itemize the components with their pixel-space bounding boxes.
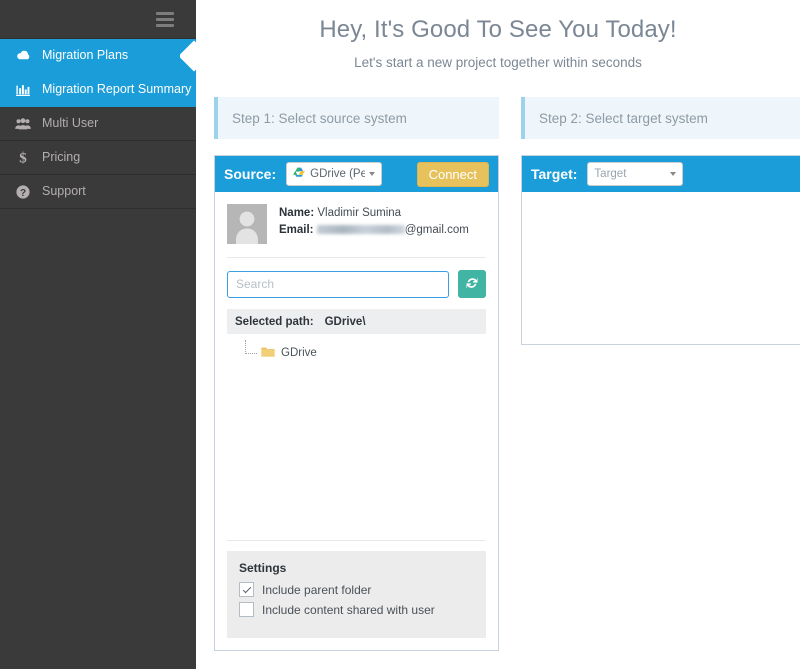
settings-divider: [227, 540, 486, 541]
account-name-row: Name: Vladimir Sumina: [279, 205, 469, 222]
account-email-redacted: [316, 225, 405, 235]
tree-item-label: GDrive: [281, 347, 317, 359]
source-panel: Source: GDrive (Pe Connect Name: Vladimi…: [214, 155, 499, 651]
hamburger-bar: [156, 23, 174, 27]
sidebar-header: [0, 0, 196, 38]
svg-text:$: $: [19, 151, 27, 166]
dollar-icon: $: [12, 150, 34, 166]
sidebar-item-label: Pricing: [42, 150, 81, 165]
sidebar-item-multi-user[interactable]: Multi User: [0, 107, 196, 141]
account-email-label: Email:: [279, 224, 314, 237]
page-header: Hey, It's Good To See You Today! Let's s…: [196, 0, 800, 70]
account-email-value: @gmail.com: [404, 224, 469, 237]
app-root: Migration Plans Migration Report Summary: [0, 0, 800, 669]
source-system-value: GDrive (Pe: [310, 168, 366, 180]
hamburger-bar: [156, 11, 174, 15]
account-name-label: Name:: [279, 207, 315, 219]
tree-item-gdrive[interactable]: GDrive: [243, 340, 486, 362]
sidebar-item-label: Support: [42, 184, 86, 199]
source-system-select[interactable]: GDrive (Pe: [286, 162, 383, 186]
target-column: Step 2: Select target system Target: Tar…: [521, 97, 800, 651]
chevron-down-icon: [369, 172, 376, 176]
connect-button[interactable]: Connect: [416, 161, 489, 187]
step-1-header: Step 1: Select source system: [214, 97, 499, 139]
steps-columns: Step 1: Select source system Source: GDr…: [196, 97, 800, 651]
target-label: Target:: [531, 166, 578, 182]
gdrive-icon: [293, 167, 305, 181]
hamburger-icon[interactable]: [156, 11, 174, 27]
bar-chart-icon: [12, 83, 34, 96]
hamburger-bar: [156, 17, 174, 21]
settings-section: Settings Include parent folder Include c…: [227, 551, 486, 638]
selected-path-bar: Selected path: GDrive\: [227, 309, 486, 334]
account-email-row: Email: @gmail.com: [279, 222, 469, 239]
target-panel-body: [522, 192, 800, 344]
refresh-icon: [465, 276, 479, 293]
account-name-value: Vladimir Sumina: [317, 207, 402, 219]
source-column: Step 1: Select source system Source: GDr…: [214, 97, 499, 651]
target-panel: Target: Target: [521, 155, 800, 345]
checkbox-unchecked-icon[interactable]: [239, 602, 254, 617]
sidebar-item-label: Migration Plans: [42, 48, 129, 63]
main-content: Hey, It's Good To See You Today! Let's s…: [196, 0, 800, 669]
setting-label: Include parent folder: [262, 582, 372, 597]
svg-text:?: ?: [20, 188, 26, 199]
sidebar-item-support[interactable]: ? Support: [0, 175, 196, 209]
users-icon: [12, 117, 34, 130]
source-label: Source:: [224, 166, 277, 182]
tree-empty-space: [243, 362, 486, 522]
account-fields: Name: Vladimir Sumina Email: @gmail.com: [279, 204, 469, 240]
sidebar: Migration Plans Migration Report Summary: [0, 0, 196, 669]
step-2-header: Step 2: Select target system: [521, 97, 800, 139]
active-indicator-chevron-icon: [180, 39, 196, 73]
sidebar-nav: Migration Plans Migration Report Summary: [0, 38, 196, 209]
sidebar-item-label: Multi User: [42, 116, 99, 131]
setting-label: Include content shared with user: [262, 602, 435, 617]
search-input[interactable]: [227, 270, 449, 298]
selected-path-value: GDrive\: [324, 315, 366, 328]
chevron-down-icon: [670, 172, 677, 176]
folder-icon: [261, 346, 275, 361]
settings-title: Settings: [239, 561, 287, 575]
question-circle-icon: ?: [12, 184, 34, 199]
source-account-info: Name: Vladimir Sumina Email: @gmail.com: [227, 204, 486, 257]
checkbox-checked-icon[interactable]: [239, 582, 254, 597]
sidebar-item-pricing[interactable]: $ Pricing: [0, 141, 196, 175]
target-panel-bar: Target: Target: [522, 156, 800, 192]
tree-connector-icon: [245, 340, 257, 354]
page-subtitle: Let's start a new project together withi…: [354, 55, 642, 70]
sidebar-item-label: Migration Report Summary: [42, 82, 192, 97]
page-title: Hey, It's Good To See You Today!: [319, 16, 677, 43]
target-system-value: Target: [594, 168, 627, 180]
setting-include-shared-content[interactable]: Include content shared with user: [239, 602, 474, 617]
setting-include-parent-folder[interactable]: Include parent folder: [239, 582, 474, 597]
cloud-icon: [12, 50, 34, 61]
selected-path-label: Selected path:: [235, 315, 314, 328]
source-folder-tree: GDrive: [227, 334, 486, 540]
sidebar-item-migration-report-summary[interactable]: Migration Report Summary: [0, 73, 196, 107]
refresh-button[interactable]: [458, 270, 486, 298]
sidebar-item-migration-plans[interactable]: Migration Plans: [0, 39, 196, 73]
search-row: [227, 258, 486, 309]
source-panel-body: Name: Vladimir Sumina Email: @gmail.com: [215, 192, 498, 541]
source-panel-bar: Source: GDrive (Pe Connect: [215, 156, 498, 192]
target-system-select[interactable]: Target: [587, 162, 684, 186]
avatar: [227, 204, 267, 244]
